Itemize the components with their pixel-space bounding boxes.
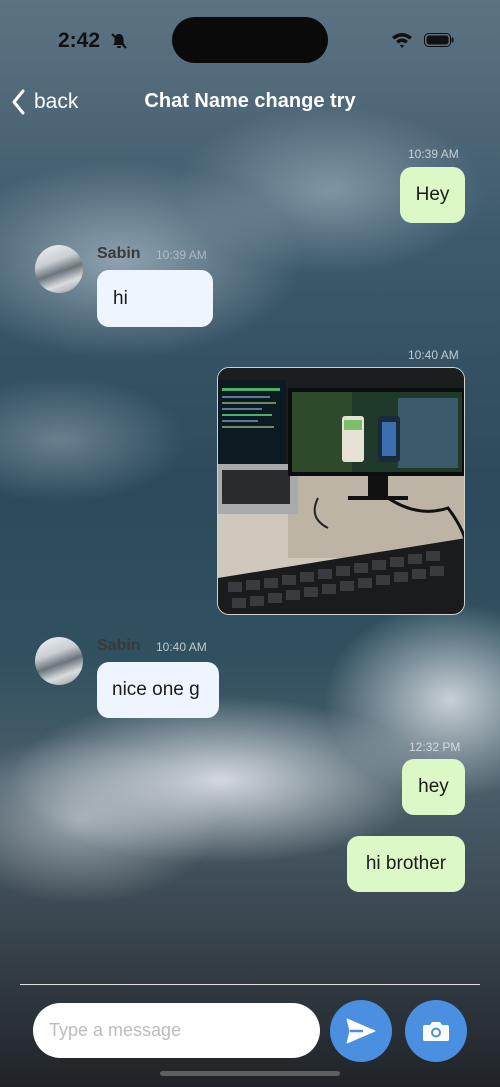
sender-name: Sabin <box>97 245 141 262</box>
wifi-icon <box>392 33 412 48</box>
message-text: nice one g <box>112 679 200 700</box>
send-icon <box>346 1018 376 1044</box>
desk-photo <box>218 368 464 614</box>
status-bar: 2:42 <box>0 0 500 80</box>
incoming-message-bubble[interactable]: nice one g <box>97 662 219 718</box>
sender-name: Sabin <box>97 637 141 654</box>
message-timestamp: 10:39 AM <box>156 248 207 262</box>
camera-button[interactable] <box>405 1000 467 1062</box>
chat-header: back Chat Name change try <box>0 82 500 122</box>
avatar[interactable] <box>35 245 83 293</box>
incoming-message-bubble[interactable]: hi <box>97 270 213 327</box>
chat-title: Chat Name change try <box>144 90 356 112</box>
outgoing-message-bubble[interactable]: Hey <box>400 167 465 223</box>
composer-divider <box>20 984 480 985</box>
image-message[interactable] <box>217 367 465 615</box>
message-text: hey <box>418 776 449 797</box>
dynamic-island <box>172 17 328 63</box>
message-text: hi <box>113 287 128 309</box>
message-input[interactable] <box>33 1003 320 1058</box>
outgoing-message-bubble[interactable]: hi brother <box>347 836 465 892</box>
status-time: 2:42 <box>58 29 101 52</box>
battery-icon <box>424 33 454 47</box>
message-timestamp: 10:39 AM <box>408 147 459 161</box>
message-text: Hey <box>415 184 450 205</box>
home-indicator <box>160 1071 340 1076</box>
avatar[interactable] <box>35 637 83 685</box>
message-timestamp: 10:40 AM <box>156 640 207 654</box>
message-timestamp: 12:32 PM <box>409 740 461 754</box>
camera-icon <box>423 1022 449 1041</box>
send-button[interactable] <box>330 1000 392 1062</box>
bell-slash-icon <box>111 33 127 49</box>
outgoing-message-bubble[interactable]: hey <box>402 759 465 815</box>
message-timestamp: 10:40 AM <box>408 348 459 362</box>
message-text: hi brother <box>365 853 447 874</box>
